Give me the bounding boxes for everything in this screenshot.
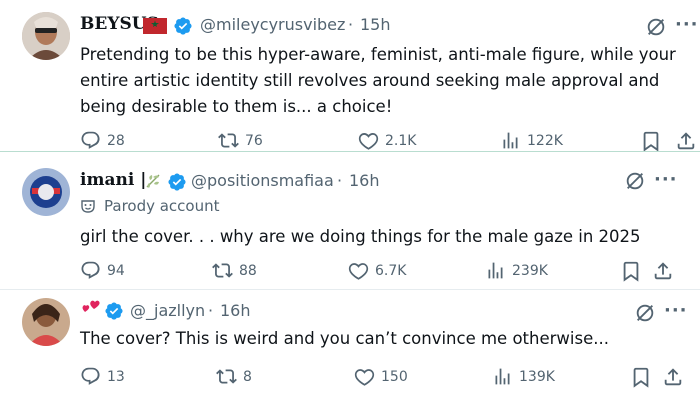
handle[interactable]: @_jazllyn xyxy=(130,301,205,320)
share-icon xyxy=(677,132,695,150)
repost-count: 88 xyxy=(239,262,257,279)
views-count: 239K xyxy=(512,262,548,279)
reply-button[interactable]: 13 xyxy=(80,366,125,387)
heart-icon xyxy=(354,369,375,386)
avatar-image xyxy=(22,168,70,216)
timestamp[interactable]: 15h xyxy=(360,15,391,34)
hearts-emoji-icon xyxy=(80,300,102,320)
repost-button[interactable]: 76 xyxy=(218,130,263,151)
like-count: 2.1K xyxy=(385,132,417,149)
like-button[interactable]: 6.7K xyxy=(348,260,406,281)
avatar[interactable] xyxy=(22,168,70,216)
reply-icon xyxy=(81,261,100,279)
parody-label-text: Parody account xyxy=(104,197,220,215)
views-button[interactable]: 239K xyxy=(485,260,548,281)
share-button[interactable] xyxy=(652,260,674,282)
bookmark-button[interactable] xyxy=(640,130,662,152)
avatar[interactable] xyxy=(22,298,70,346)
reply-icon xyxy=(81,367,100,385)
avatar[interactable] xyxy=(22,12,70,60)
share-icon xyxy=(654,262,672,280)
repost-icon xyxy=(218,133,239,148)
views-count: 139K xyxy=(519,368,555,385)
avatar-image xyxy=(22,12,70,60)
repost-button[interactable]: 88 xyxy=(212,260,257,281)
handle[interactable]: @mileycyrusvibez xyxy=(200,15,345,34)
like-count: 150 xyxy=(381,368,408,385)
views-chart-icon xyxy=(495,368,510,385)
bookmark-button[interactable] xyxy=(620,260,642,282)
more-options-icon[interactable]: ··· xyxy=(654,171,678,189)
tweet-text: girl the cover. . . why are we doing thi… xyxy=(80,227,641,246)
dot-separator: · xyxy=(208,301,214,320)
handle[interactable]: @positionsmafiaa xyxy=(191,171,334,190)
more-options-icon[interactable]: ··· xyxy=(675,16,699,34)
more-options-icon[interactable]: ··· xyxy=(664,302,688,320)
reply-count: 13 xyxy=(107,368,125,385)
grok-icon[interactable] xyxy=(634,302,656,324)
bookmark-button[interactable] xyxy=(630,366,652,388)
leaf-emoji-icon xyxy=(143,171,163,191)
timestamp[interactable]: 16h xyxy=(349,171,380,190)
tweet-1[interactable]: BEYSUS @mileycyrusvibez · 15h ··· Preten… xyxy=(0,0,700,152)
tweet-3[interactable]: @_jazllyn · 16h ··· The cover? This is w… xyxy=(0,290,700,400)
views-chart-icon xyxy=(503,132,518,149)
morocco-flag-icon xyxy=(143,18,167,34)
repost-icon xyxy=(212,263,233,278)
share-button[interactable] xyxy=(662,366,684,388)
bookmark-icon xyxy=(643,131,659,152)
views-button[interactable]: 122K xyxy=(500,130,563,151)
heart-icon xyxy=(348,263,369,280)
reply-count: 28 xyxy=(107,132,125,149)
views-button[interactable]: 139K xyxy=(492,366,555,387)
grok-icon[interactable] xyxy=(645,16,667,38)
bookmark-icon xyxy=(623,261,639,282)
reply-button[interactable]: 28 xyxy=(80,130,125,151)
reply-button[interactable]: 94 xyxy=(80,260,125,281)
repost-count: 76 xyxy=(245,132,263,149)
verified-badge-icon xyxy=(174,17,192,35)
like-button[interactable]: 150 xyxy=(354,366,408,387)
dot-separator: · xyxy=(348,15,354,34)
heart-icon xyxy=(358,133,379,150)
tweet-2[interactable]: imani | @positionsmafiaa · 16h ··· Parod… xyxy=(0,152,700,290)
reply-icon xyxy=(81,131,100,149)
dot-separator: · xyxy=(337,171,343,190)
share-icon xyxy=(664,368,682,386)
verified-badge-icon xyxy=(105,302,123,320)
tweet-text: The cover? This is weird and you can’t c… xyxy=(80,329,609,348)
reply-count: 94 xyxy=(107,262,125,279)
share-button[interactable] xyxy=(675,130,697,152)
tweet-text: Pretending to be this hyper-aware, femin… xyxy=(80,45,676,116)
views-count: 122K xyxy=(527,132,563,149)
grok-icon[interactable] xyxy=(624,170,646,192)
verified-badge-icon xyxy=(168,173,186,191)
avatar-image xyxy=(22,298,70,346)
like-count: 6.7K xyxy=(375,262,407,279)
display-name[interactable]: imani | xyxy=(80,170,146,190)
like-button[interactable]: 2.1K xyxy=(358,130,416,151)
repost-icon xyxy=(216,369,237,384)
repost-count: 8 xyxy=(243,368,252,385)
mask-icon xyxy=(81,200,95,213)
parody-label: Parody account xyxy=(80,197,220,215)
timestamp[interactable]: 16h xyxy=(220,301,251,320)
repost-button[interactable]: 8 xyxy=(216,366,252,387)
bookmark-icon xyxy=(633,367,649,388)
views-chart-icon xyxy=(488,262,503,279)
